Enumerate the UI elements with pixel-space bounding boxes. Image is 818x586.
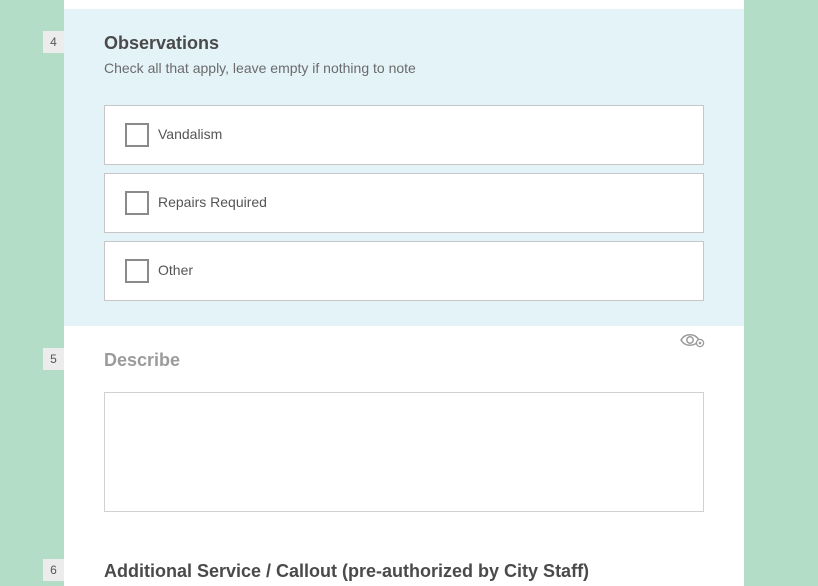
checkbox-other[interactable] [125, 259, 149, 283]
question-4-title: Observations [104, 33, 220, 53]
option-repairs-required[interactable]: Repairs Required [104, 173, 704, 233]
option-label-other: Other [158, 262, 194, 278]
question-6-title: Additional Service / Callout (pre-author… [104, 561, 590, 581]
checkbox-repairs-required[interactable] [125, 191, 149, 215]
question-5-number: 5 [43, 348, 64, 370]
question-4-hint: Check all that apply, leave empty if not… [104, 60, 416, 76]
option-vandalism[interactable]: Vandalism [104, 105, 704, 165]
option-other[interactable]: Other [104, 241, 704, 301]
survey-form-page: 4 Observations Check all that apply, lea… [0, 0, 818, 586]
question-4-number: 4 [43, 31, 64, 53]
describe-textarea[interactable] [104, 392, 704, 512]
question-6-number: 6 [43, 559, 64, 581]
option-label-repairs-required: Repairs Required [158, 194, 267, 210]
checkbox-vandalism[interactable] [125, 123, 149, 147]
question-5-title: Describe [104, 350, 181, 370]
visibility-rule-icon[interactable] [680, 331, 706, 349]
option-label-vandalism: Vandalism [158, 126, 223, 142]
